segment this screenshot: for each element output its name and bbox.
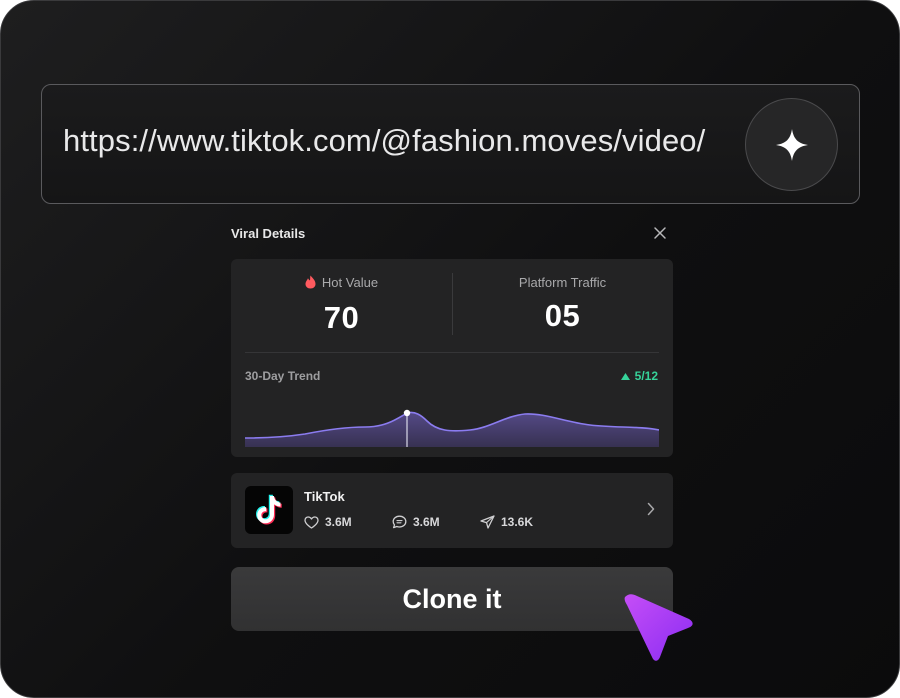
stats-card: Hot Value 70 Platform Traffic 05 30-Day … — [231, 259, 673, 457]
hot-value-label: Hot Value — [321, 274, 379, 290]
likes-count: 3.6M — [325, 515, 352, 529]
likes-metric: 3.6M — [304, 515, 392, 529]
share-icon — [480, 515, 495, 529]
app-window: https://www.tiktok.com/@fashion.moves/vi… — [0, 0, 900, 698]
trend-delta: 5/12 — [620, 369, 658, 383]
hot-value-number: 70 — [323, 300, 360, 335]
pointer-cursor-icon — [624, 594, 693, 661]
triangle-up-icon — [620, 372, 630, 380]
panel-title: Viral Details — [231, 226, 306, 241]
platform-traffic-number: 05 — [544, 297, 581, 333]
url-text[interactable]: https://www.tiktok.com/@fashion.moves/vi… — [63, 123, 705, 159]
sparkle-icon — [775, 128, 808, 161]
trend-marker-date: 5/12 — [634, 369, 658, 383]
shares-metric: 13.6K — [480, 515, 533, 529]
comments-metric: 3.6M — [392, 515, 480, 529]
url-input[interactable]: https://www.tiktok.com/@fashion.moves/vi… — [41, 84, 860, 204]
generate-button[interactable] — [745, 98, 838, 191]
platform-traffic-label: Platform Traffic — [518, 274, 607, 290]
source-card[interactable]: TikTok 3.6M 3.6M 13.6K — [231, 473, 673, 548]
trend-label: 30-Day Trend — [245, 369, 321, 383]
flame-icon — [305, 275, 316, 289]
close-icon — [654, 227, 666, 239]
comments-count: 3.6M — [413, 515, 440, 529]
source-platform-name: TikTok — [304, 489, 345, 504]
shares-count: 13.6K — [501, 515, 534, 529]
tiktok-logo-icon — [256, 494, 282, 525]
chevron-right-icon[interactable] — [647, 502, 655, 516]
platform-traffic-stat: Platform Traffic 05 — [452, 273, 673, 334]
hot-value-stat: Hot Value 70 — [231, 273, 452, 336]
trend-area — [245, 412, 659, 447]
tiktok-logo — [245, 486, 293, 534]
close-button[interactable] — [651, 224, 669, 242]
engagement-metrics: 3.6M 3.6M 13.6K — [304, 515, 533, 529]
clone-button[interactable]: Clone it — [231, 567, 673, 631]
section-divider — [245, 352, 659, 353]
heart-icon — [304, 515, 319, 529]
trend-marker-dot[interactable] — [403, 409, 411, 417]
comment-icon — [392, 515, 407, 529]
trend-chart — [245, 409, 659, 447]
